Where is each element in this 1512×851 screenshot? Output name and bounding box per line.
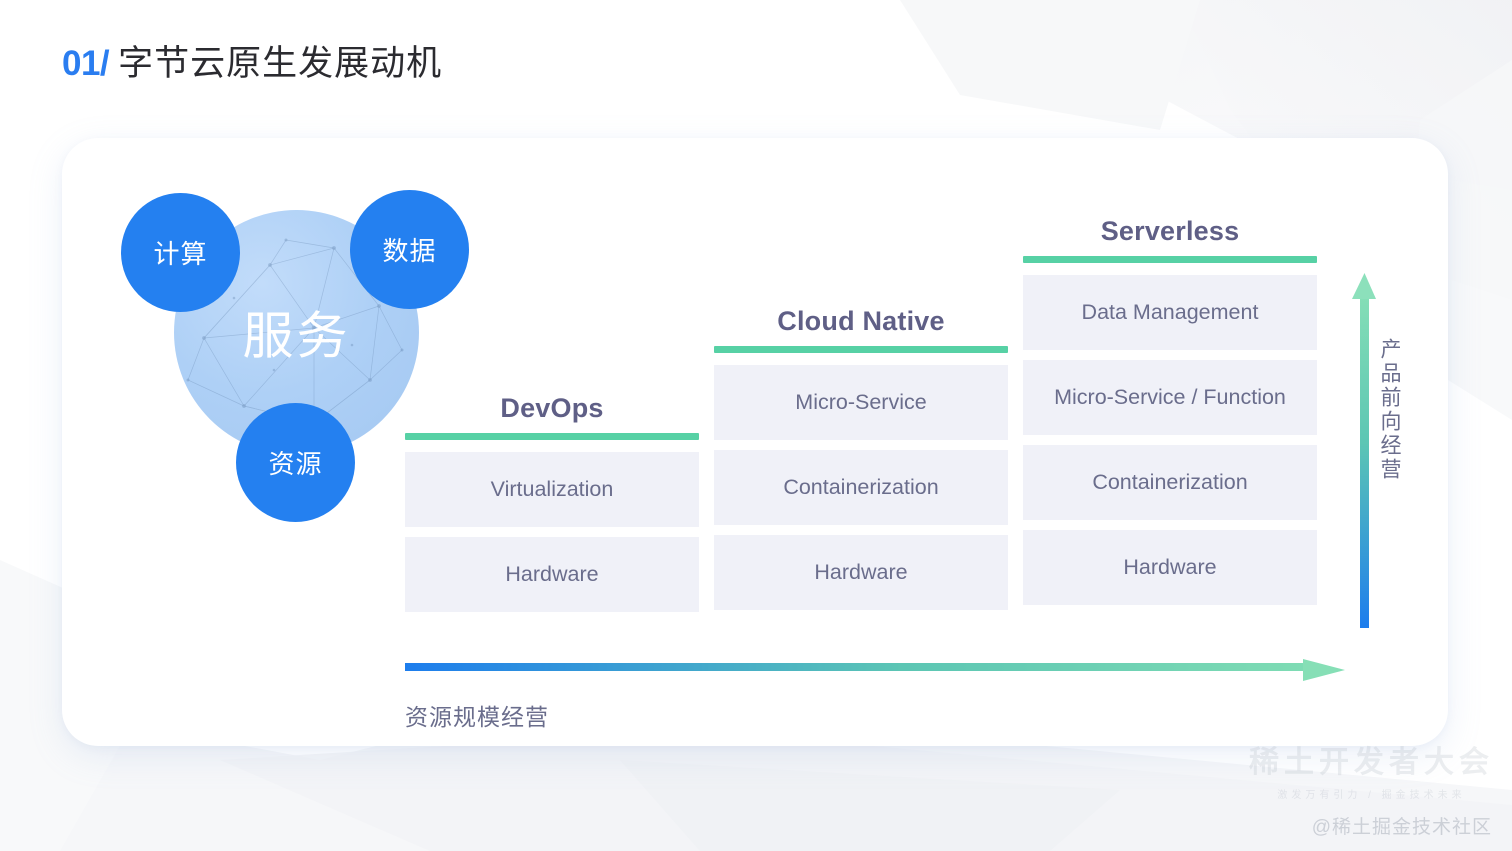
- stack-column-devops: DevOps Virtualization Hardware: [405, 393, 699, 622]
- stack-layer[interactable]: Hardware: [405, 537, 699, 612]
- column-rule-devops: [405, 433, 699, 440]
- stack-layer[interactable]: Hardware: [1023, 530, 1317, 605]
- column-rule-serverless: [1023, 256, 1317, 263]
- stack-layer[interactable]: Virtualization: [405, 452, 699, 527]
- watermark-logo-sub: 激发万有引力 / 掘金技术未来: [1277, 790, 1466, 801]
- stack-column-cloud-native: Cloud Native Micro-Service Containerizat…: [714, 306, 1008, 620]
- slide-number: 01/: [62, 44, 110, 83]
- column-rule-cloud-native: [714, 346, 1008, 353]
- y-axis-arrow-icon: [1352, 273, 1376, 628]
- column-title-serverless: Serverless: [1100, 216, 1240, 246]
- community-handle-watermark: @稀土掘金技术社区: [1311, 817, 1492, 838]
- x-axis-arrow-icon: [405, 659, 1345, 681]
- conference-logo-watermark: 稀土开发者大会 激发万有引力 / 掘金技术未来: [1249, 737, 1494, 801]
- slide-title-text: 字节云原生发展动机: [118, 44, 443, 83]
- venn-bubble-data-label: 数据: [382, 236, 437, 266]
- x-axis-label: 资源规模经营: [405, 704, 549, 730]
- stack-column-serverless: Serverless Data Management Micro-Service…: [1023, 216, 1317, 615]
- stack-layer[interactable]: Micro-Service / Function: [1023, 360, 1317, 435]
- venn-bubble-compute-label: 计算: [153, 239, 208, 269]
- venn-bubble-data[interactable]: 数据: [350, 190, 469, 309]
- stack-layer[interactable]: Data Management: [1023, 275, 1317, 350]
- column-title-cloud-native: Cloud Native: [777, 306, 945, 336]
- venn-bubble-resource[interactable]: 资源: [236, 403, 355, 522]
- page-title: 01/字节云原生发展动机: [62, 46, 442, 81]
- venn-bubble-compute[interactable]: 计算: [121, 193, 240, 312]
- stack-layer[interactable]: Hardware: [714, 535, 1008, 610]
- stack-layer[interactable]: Containerization: [1023, 445, 1317, 520]
- y-axis-label: 产品前向经营: [1378, 338, 1401, 482]
- stack-layer[interactable]: Micro-Service: [714, 365, 1008, 440]
- stack-layer[interactable]: Containerization: [714, 450, 1008, 525]
- sphere-label: 服务: [242, 307, 351, 365]
- column-title-devops: DevOps: [500, 393, 604, 423]
- venn-bubble-resource-label: 资源: [268, 449, 323, 479]
- diagram-card: 服务 计算 数据 资源 DevOps Virtualization Hardwa…: [62, 138, 1448, 746]
